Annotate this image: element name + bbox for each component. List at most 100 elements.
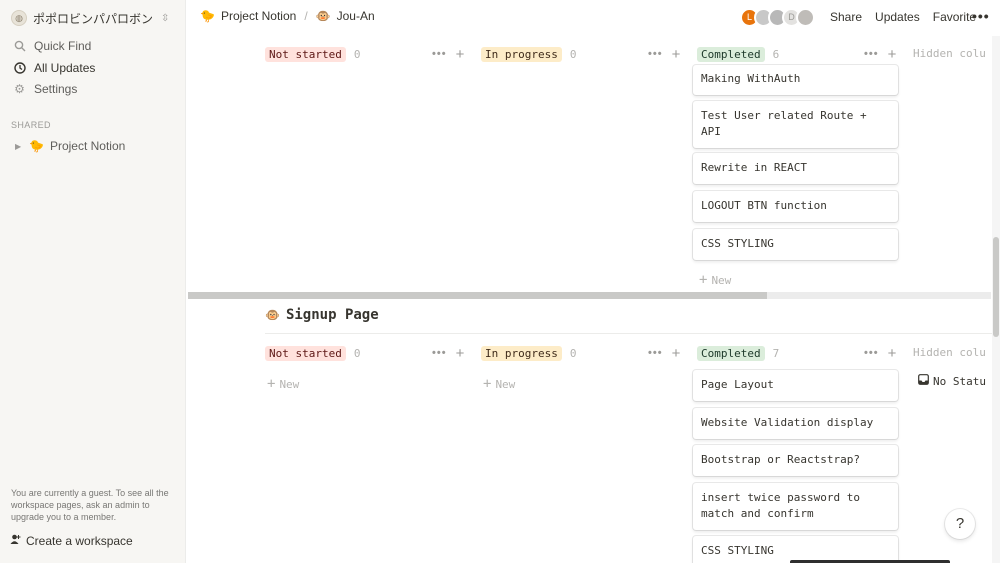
guest-note: You are currently a guest. To see all th… xyxy=(11,488,169,522)
plus-icon[interactable]: + xyxy=(888,47,897,62)
column-count: 0 xyxy=(353,47,361,61)
more-icon[interactable]: ••• xyxy=(432,347,447,359)
new-label: New xyxy=(279,377,300,391)
column-tools: ••• + xyxy=(648,344,680,362)
share-button[interactable]: Share xyxy=(830,10,862,24)
clock-icon xyxy=(13,61,26,74)
board-card[interactable]: Page Layout xyxy=(693,370,898,401)
sidebar-item-quick-find[interactable]: Quick Find xyxy=(0,35,186,56)
sidebar-item-label: Project Notion xyxy=(49,139,126,153)
column-count: 0 xyxy=(569,346,577,360)
favorite-button[interactable]: Favorite xyxy=(933,10,976,24)
chevron-updown-icon: ⇳ xyxy=(161,12,170,24)
board-card[interactable]: Website Validation display xyxy=(693,408,898,439)
column-count: 0 xyxy=(353,346,361,360)
more-icon[interactable]: ••• xyxy=(648,48,663,60)
avatar-group[interactable]: L D xyxy=(740,8,815,27)
hidden-columns-label[interactable]: Hidden colu xyxy=(913,47,986,60)
sidebar-item-label: All Updates xyxy=(34,60,96,75)
board-view: Not started 0 ••• + In progress 0 ••• + … xyxy=(186,36,994,563)
board-card[interactable]: Rewrite in REACT xyxy=(693,153,898,184)
plus-icon: + xyxy=(267,376,276,392)
new-card-button[interactable]: + New xyxy=(267,376,299,392)
chick-icon: 🐤 xyxy=(29,139,44,153)
more-icon[interactable]: ••• xyxy=(432,48,447,60)
column-header-in-progress[interactable]: In progress 0 xyxy=(481,344,576,362)
vertical-scrollbar-thumb[interactable] xyxy=(993,237,999,337)
sidebar-item-label: Settings xyxy=(34,81,78,96)
plus-icon: + xyxy=(483,376,492,392)
column-header-completed[interactable]: Completed 7 xyxy=(697,344,779,362)
status-tag: Not started xyxy=(265,46,346,62)
sidebar-item-all-updates[interactable]: All Updates xyxy=(0,57,186,78)
updates-button[interactable]: Updates xyxy=(875,10,920,24)
inbox-icon xyxy=(918,374,929,388)
create-workspace-label: Create a workspace xyxy=(26,534,133,548)
status-tag: In progress xyxy=(481,46,562,62)
plus-icon: + xyxy=(699,272,708,288)
column-header-not-started[interactable]: Not started 0 xyxy=(265,344,360,362)
plus-icon[interactable]: + xyxy=(888,346,897,361)
column-tools: ••• + xyxy=(864,344,896,362)
monkey-icon: 🐵 xyxy=(265,308,280,322)
more-menu-icon[interactable]: ••• xyxy=(972,8,990,24)
new-label: New xyxy=(495,377,516,391)
board-card[interactable]: Bootstrap or Reactstrap? xyxy=(693,445,898,476)
avatar[interactable] xyxy=(796,8,815,27)
more-icon[interactable]: ••• xyxy=(648,347,663,359)
board-card[interactable]: LOGOUT BTN function xyxy=(693,191,898,222)
status-tag: Not started xyxy=(265,345,346,361)
more-icon[interactable]: ••• xyxy=(864,48,879,60)
new-card-button[interactable]: + New xyxy=(699,272,731,288)
board-card[interactable]: Test User related Route + API xyxy=(693,101,898,148)
status-tag: In progress xyxy=(481,345,562,361)
column-header-in-progress[interactable]: In progress 0 xyxy=(481,45,576,63)
create-workspace-button[interactable]: Create a workspace xyxy=(10,534,133,548)
new-card-button[interactable]: + New xyxy=(483,376,515,392)
new-label: New xyxy=(711,273,732,287)
workspace-name: ポポロビンパパロボン xyxy=(33,11,154,26)
monkey-icon: 🐵 xyxy=(315,9,331,23)
caret-right-icon[interactable]: ▶ xyxy=(15,142,23,151)
column-tools: ••• + xyxy=(864,45,896,63)
board-card[interactable]: CSS STYLING xyxy=(693,536,898,563)
status-tag: Completed xyxy=(697,46,765,62)
board-card[interactable]: insert twice password to match and confi… xyxy=(693,483,898,530)
column-tools: ••• + xyxy=(648,45,680,63)
column-tools: ••• + xyxy=(432,344,464,362)
board-card[interactable]: CSS STYLING xyxy=(693,229,898,260)
breadcrumb: 🐤 Project Notion / 🐵 Jou-An xyxy=(200,9,375,23)
column-header-completed[interactable]: Completed 6 xyxy=(697,45,779,63)
breadcrumb-separator: / xyxy=(304,9,308,23)
chick-icon: 🐤 xyxy=(200,9,215,23)
user-plus-icon xyxy=(10,534,21,548)
plus-icon[interactable]: + xyxy=(456,47,465,62)
no-status-label: No Statu xyxy=(933,374,986,388)
workspace-switcher[interactable]: ◍ ポポロビンパパロボン ⇳ xyxy=(11,9,169,27)
group-title: 🐵 Signup Page xyxy=(265,307,379,323)
sidebar-item-settings[interactable]: ⚙ Settings xyxy=(0,78,186,99)
column-header-not-started[interactable]: Not started 0 xyxy=(265,45,360,63)
search-icon xyxy=(13,39,26,52)
more-icon[interactable]: ••• xyxy=(864,347,879,359)
breadcrumb-project-notion[interactable]: Project Notion xyxy=(221,9,296,23)
plus-icon[interactable]: + xyxy=(672,346,681,361)
column-count: 0 xyxy=(569,47,577,61)
top-actions: Share Updates Favorite xyxy=(830,10,976,24)
group-title-text[interactable]: Signup Page xyxy=(286,307,379,323)
help-button[interactable]: ? xyxy=(945,509,975,539)
gear-icon: ⚙ xyxy=(14,81,25,96)
breadcrumb-jou-an[interactable]: Jou-An xyxy=(337,9,375,23)
shared-section-label: SHARED xyxy=(11,120,51,130)
no-status-column[interactable]: No Statu xyxy=(918,374,986,388)
sidebar-item-project-notion[interactable]: ▶ 🐤 Project Notion xyxy=(0,136,186,156)
workspace-logo-icon: ◍ xyxy=(11,10,27,26)
hidden-columns-label[interactable]: Hidden colu xyxy=(913,346,986,359)
sidebar: ◍ ポポロビンパパロボン ⇳ Quick Find All Updates ⚙ … xyxy=(0,0,186,563)
plus-icon[interactable]: + xyxy=(456,346,465,361)
board-card[interactable]: Making WithAuth xyxy=(693,65,898,95)
column-tools: ••• + xyxy=(432,45,464,63)
column-count: 6 xyxy=(772,47,780,61)
plus-icon[interactable]: + xyxy=(672,47,681,62)
horizontal-scrollbar-thumb[interactable] xyxy=(188,292,767,299)
